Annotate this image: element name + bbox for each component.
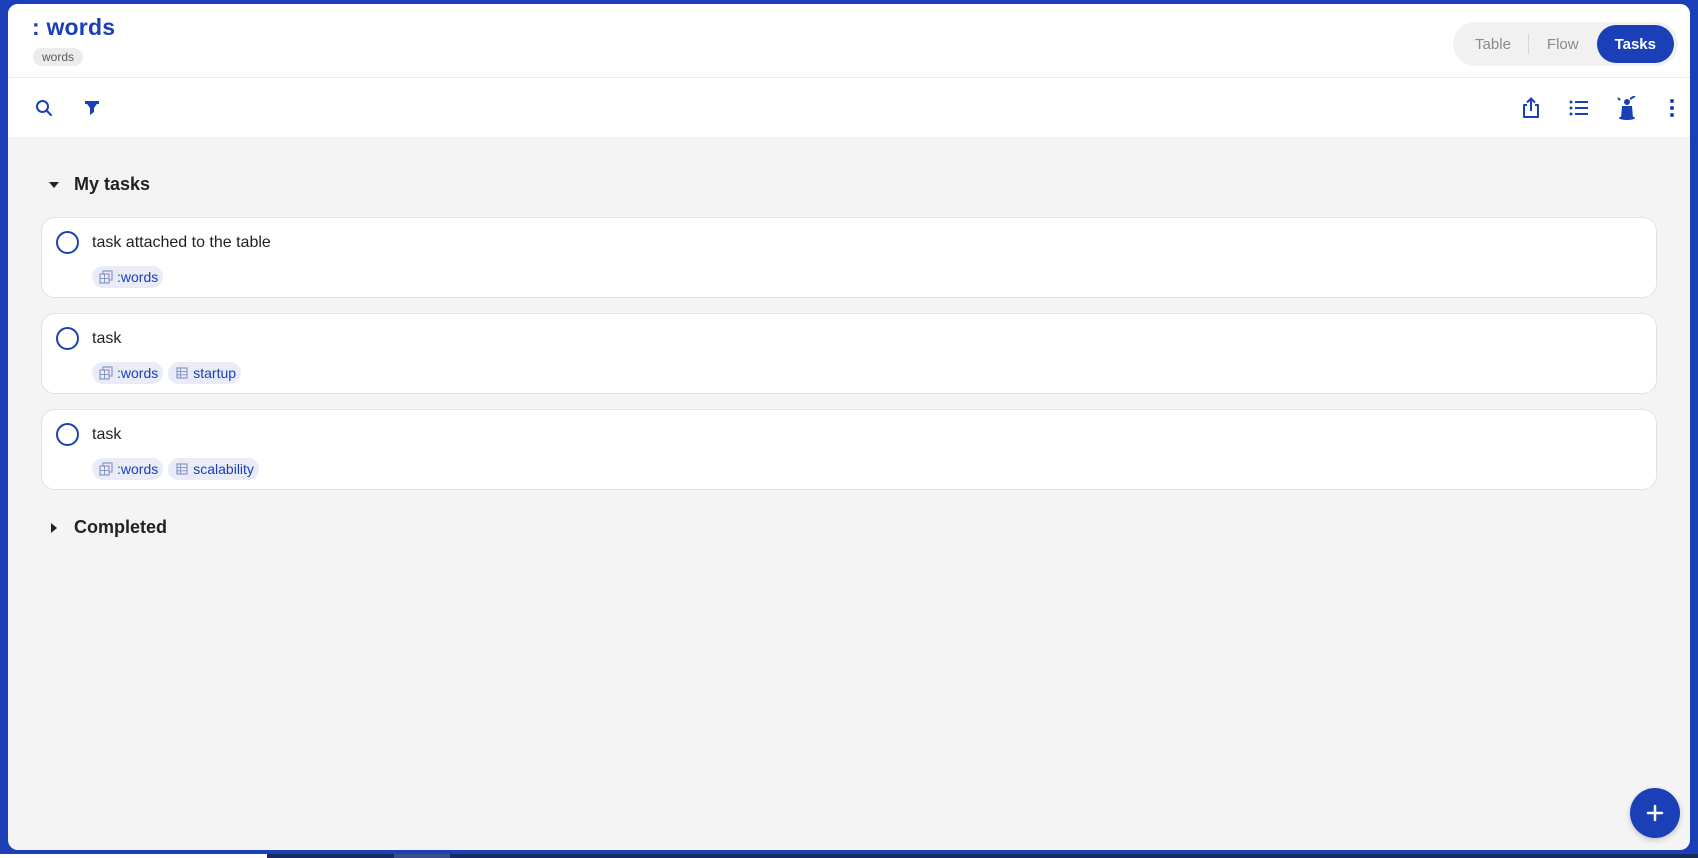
table-icon [176, 367, 188, 379]
chip-label: scalability [193, 461, 254, 477]
share-icon[interactable] [1519, 96, 1543, 120]
plus-icon [1646, 804, 1664, 822]
subtitle-badge: words [33, 48, 84, 66]
task-checkbox[interactable] [56, 327, 79, 350]
task-chip[interactable]: scalability [168, 458, 259, 480]
add-task-button[interactable] [1630, 788, 1680, 838]
section-label: Completed [74, 517, 168, 537]
chip-label: :words [117, 461, 159, 477]
tab-flow[interactable]: Flow [1529, 25, 1597, 63]
task-checkbox[interactable] [56, 423, 79, 446]
toolbar [8, 78, 1690, 137]
tab-tasks[interactable]: Tasks [1596, 25, 1674, 63]
magic-hat-icon[interactable] [1615, 96, 1639, 120]
chip-label: :words [117, 365, 159, 381]
caret-down-icon [49, 181, 59, 188]
task-title: task attached to the table [92, 234, 271, 251]
task-list-area: My tasks task attached to the table :wor… [8, 138, 1690, 850]
chip-label: startup [193, 365, 237, 381]
section-my-tasks[interactable]: My tasks [46, 174, 150, 195]
taskbar-strip [0, 854, 1698, 858]
database-icon [99, 270, 113, 284]
task-chip[interactable]: :words [92, 266, 164, 288]
section-label: My tasks [74, 174, 151, 194]
task-checkbox[interactable] [56, 231, 79, 254]
task-card[interactable]: task :words startup [41, 313, 1657, 394]
page-header: : words words Table Flow Tasks [8, 4, 1690, 78]
page-title: : words [32, 14, 116, 40]
task-card[interactable]: task :words scalability [41, 409, 1657, 490]
section-completed[interactable]: Completed [46, 517, 167, 538]
table-icon [176, 463, 188, 475]
task-title: task [92, 330, 122, 347]
list-icon[interactable] [1567, 96, 1591, 120]
more-vertical-icon[interactable] [1660, 96, 1684, 120]
task-chip[interactable]: startup [168, 362, 242, 384]
task-title: task [92, 426, 122, 443]
filter-icon[interactable] [80, 96, 104, 120]
app-window: : words words Table Flow Tasks My tasks … [8, 4, 1690, 850]
search-icon[interactable] [32, 96, 56, 120]
caret-right-icon [51, 522, 57, 533]
database-icon [99, 366, 113, 380]
task-chip[interactable]: :words [92, 362, 164, 384]
task-card[interactable]: task attached to the table :words [41, 217, 1657, 298]
view-switcher: Table Flow Tasks [1453, 22, 1678, 66]
database-icon [99, 462, 113, 476]
task-chip[interactable]: :words [92, 458, 164, 480]
tab-table[interactable]: Table [1457, 25, 1529, 63]
chip-label: :words [117, 269, 159, 285]
